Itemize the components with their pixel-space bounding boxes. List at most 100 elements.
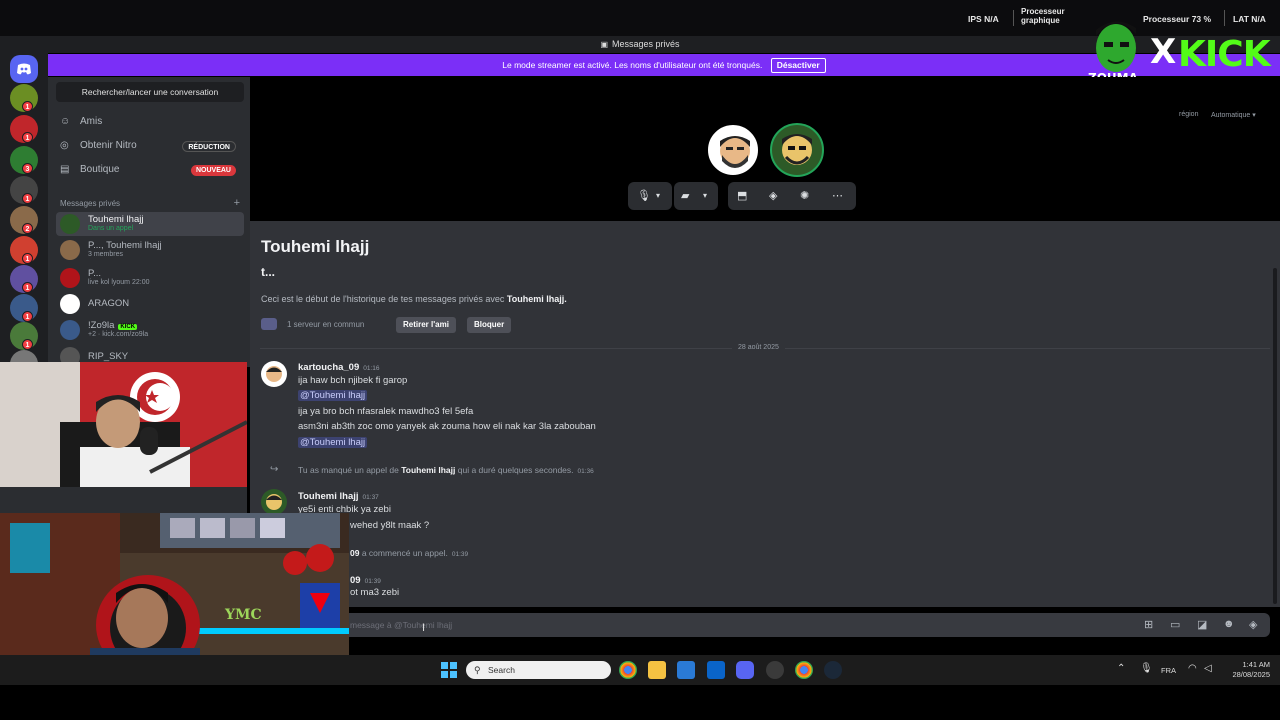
- mute-control[interactable]: 🎙 ▾: [628, 182, 672, 210]
- obs-icon[interactable]: [766, 661, 784, 679]
- language-indicator[interactable]: FRA: [1161, 666, 1176, 675]
- message-header: Touhemi lhajj 01:37: [298, 491, 379, 502]
- dm-status: Dans un appel: [88, 225, 134, 232]
- chevron-down-icon: ▾: [703, 191, 708, 200]
- mutual-servers[interactable]: 1 serveur en commun: [287, 320, 364, 329]
- kick-tag: KICK: [118, 324, 138, 330]
- message-header: kartoucha_09 01:16: [298, 362, 380, 373]
- chrome-icon[interactable]: [619, 661, 637, 679]
- region-select[interactable]: Automatique ▾: [1211, 111, 1256, 119]
- chat-intro: Ceci est le début de l'historique de tes…: [261, 294, 567, 304]
- dm-item[interactable]: ARAGON: [56, 292, 244, 316]
- server-icon: [261, 318, 277, 330]
- unread-badge: 3: [22, 163, 33, 174]
- message-text: wehed y8lt maak ?: [350, 520, 430, 531]
- file-explorer-icon[interactable]: [648, 661, 666, 679]
- tray-mic-icon[interactable]: 🎙: [1140, 663, 1153, 674]
- find-conversation-button[interactable]: Rechercher/lancer une conversation: [56, 82, 244, 102]
- dm-item[interactable]: P... live kol lyoum 22:00: [56, 266, 244, 290]
- gif-icon[interactable]: ▭: [1170, 618, 1180, 631]
- apps-icon[interactable]: ◈: [1249, 618, 1257, 631]
- dm-item[interactable]: Touhemi lhajj Dans un appel: [56, 212, 244, 236]
- more-options-icon[interactable]: ⋯: [832, 189, 843, 202]
- camera-off-icon: ▰: [681, 190, 690, 202]
- message-header: 09 01:39: [350, 575, 381, 586]
- unread-badge: 1: [22, 132, 33, 143]
- outlook-icon[interactable]: [707, 661, 725, 679]
- chat-scrollbar[interactable]: [1273, 268, 1277, 604]
- unread-badge: 2: [22, 223, 33, 234]
- message-text: ot ma3 zebi: [350, 587, 400, 598]
- nitro-icon: ◎: [60, 140, 69, 151]
- call-participant-avatar[interactable]: [770, 123, 824, 177]
- message-icon: ▣: [600, 40, 609, 49]
- author-name[interactable]: Touhemi lhajj: [298, 491, 359, 502]
- zouma-avatar-icon: [1096, 21, 1136, 72]
- screen-share-icon[interactable]: ⬒: [737, 189, 747, 202]
- chevron-down-icon: ▾: [656, 191, 661, 200]
- steam-icon[interactable]: [824, 661, 842, 679]
- call-started-notice: 09 a commencé un appel. 01:39: [350, 548, 469, 558]
- author-avatar[interactable]: [261, 361, 287, 387]
- dm-status: 3 membres: [88, 251, 124, 258]
- message-text: asm3ni ab3th zoc omo yanyek ak zouma how…: [298, 421, 596, 432]
- dm-item[interactable]: P..., Touhemi lhajj 3 membres: [56, 238, 244, 262]
- ips-label: IPS N/A: [968, 14, 999, 24]
- windows-start-icon[interactable]: [441, 662, 457, 678]
- author-name[interactable]: 09: [350, 575, 361, 586]
- message-input[interactable]: message à @Touhemi lhajj ⊞ ▭ ◪ ☻ ◈: [340, 613, 1270, 637]
- text-cursor-icon: I: [422, 622, 426, 634]
- block-button[interactable]: Bloquer: [467, 317, 512, 333]
- wifi-icon[interactable]: ◠: [1188, 663, 1197, 674]
- call-participant-avatar[interactable]: [706, 123, 760, 177]
- soundboard-icon[interactable]: ✺: [800, 189, 809, 202]
- clock[interactable]: 1:41 AM 28/08/2025: [1222, 660, 1270, 680]
- tray-expand-icon[interactable]: ⌃: [1117, 663, 1125, 674]
- user-mention[interactable]: @Touhemi lhajj: [298, 390, 368, 401]
- unread-badge: 1: [22, 339, 33, 350]
- author-avatar[interactable]: [261, 489, 287, 515]
- call-actions: ⬒ ◈ ✺ ⋯: [728, 182, 856, 210]
- activity-icon[interactable]: ◈: [769, 189, 777, 202]
- nitro-nav[interactable]: ◎ Obtenir Nitro RÉDUCTION: [60, 137, 240, 155]
- volume-icon[interactable]: ◁: [1204, 663, 1212, 674]
- dm-name: Touhemi lhajj: [88, 214, 144, 225]
- dm-name: RIP_SKY: [88, 351, 129, 362]
- streamer-message: Le mode streamer est activé. Les noms d'…: [502, 60, 763, 70]
- dm-header: Messages privés +: [60, 197, 240, 209]
- unread-badge: 1: [22, 101, 33, 112]
- webcam-feed-1: [0, 362, 247, 487]
- friends-nav[interactable]: ☺ Amis: [60, 113, 240, 131]
- dm-name: P..., Touhemi lhajj: [88, 240, 162, 251]
- avatar: [60, 320, 80, 340]
- date-label: 28 août 2025: [732, 344, 785, 351]
- dm-status: live kol lyoum 22:00: [88, 279, 150, 286]
- windows-taskbar: [0, 655, 1280, 685]
- remove-friend-button[interactable]: Retirer l'ami: [396, 317, 456, 333]
- chat-title: Touhemi lhajj: [261, 237, 370, 256]
- chat-subtitle: t...: [261, 265, 275, 279]
- discord-home-button[interactable]: [10, 55, 38, 83]
- room-sign: YMC: [225, 607, 262, 623]
- gift-icon[interactable]: ⊞: [1144, 618, 1153, 631]
- chrome-icon[interactable]: [795, 661, 813, 679]
- camera-control[interactable]: ▰ ▾: [674, 182, 718, 210]
- discord-taskbar-icon[interactable]: [736, 661, 754, 679]
- emoji-icon[interactable]: ☻: [1223, 618, 1235, 630]
- shop-nav[interactable]: ▤ Boutique NOUVEAU: [60, 161, 240, 179]
- dm-sidebar-partial: [0, 487, 247, 513]
- new-pill: NOUVEAU: [190, 165, 236, 176]
- message-text: ija ya bro bch nfasralek mawdho3 fel 5ef…: [298, 406, 474, 417]
- search-icon: ⚲: [474, 665, 481, 675]
- dm-name: P...: [88, 268, 102, 279]
- sticker-icon[interactable]: ◪: [1197, 618, 1207, 631]
- dm-item[interactable]: !Zo9la KICK +2 · kick.com/zo9la: [56, 318, 244, 342]
- user-mention[interactable]: @Touhemi lhajj: [298, 437, 368, 448]
- author-name[interactable]: kartoucha_09: [298, 362, 359, 373]
- taskbar-search[interactable]: ⚲ Search: [466, 661, 611, 679]
- store-icon[interactable]: [677, 661, 695, 679]
- add-dm-button[interactable]: +: [234, 197, 240, 209]
- disable-streamer-button[interactable]: Désactiver: [770, 58, 826, 73]
- unread-badge: 1: [22, 311, 33, 322]
- shop-icon: ▤: [60, 164, 70, 175]
